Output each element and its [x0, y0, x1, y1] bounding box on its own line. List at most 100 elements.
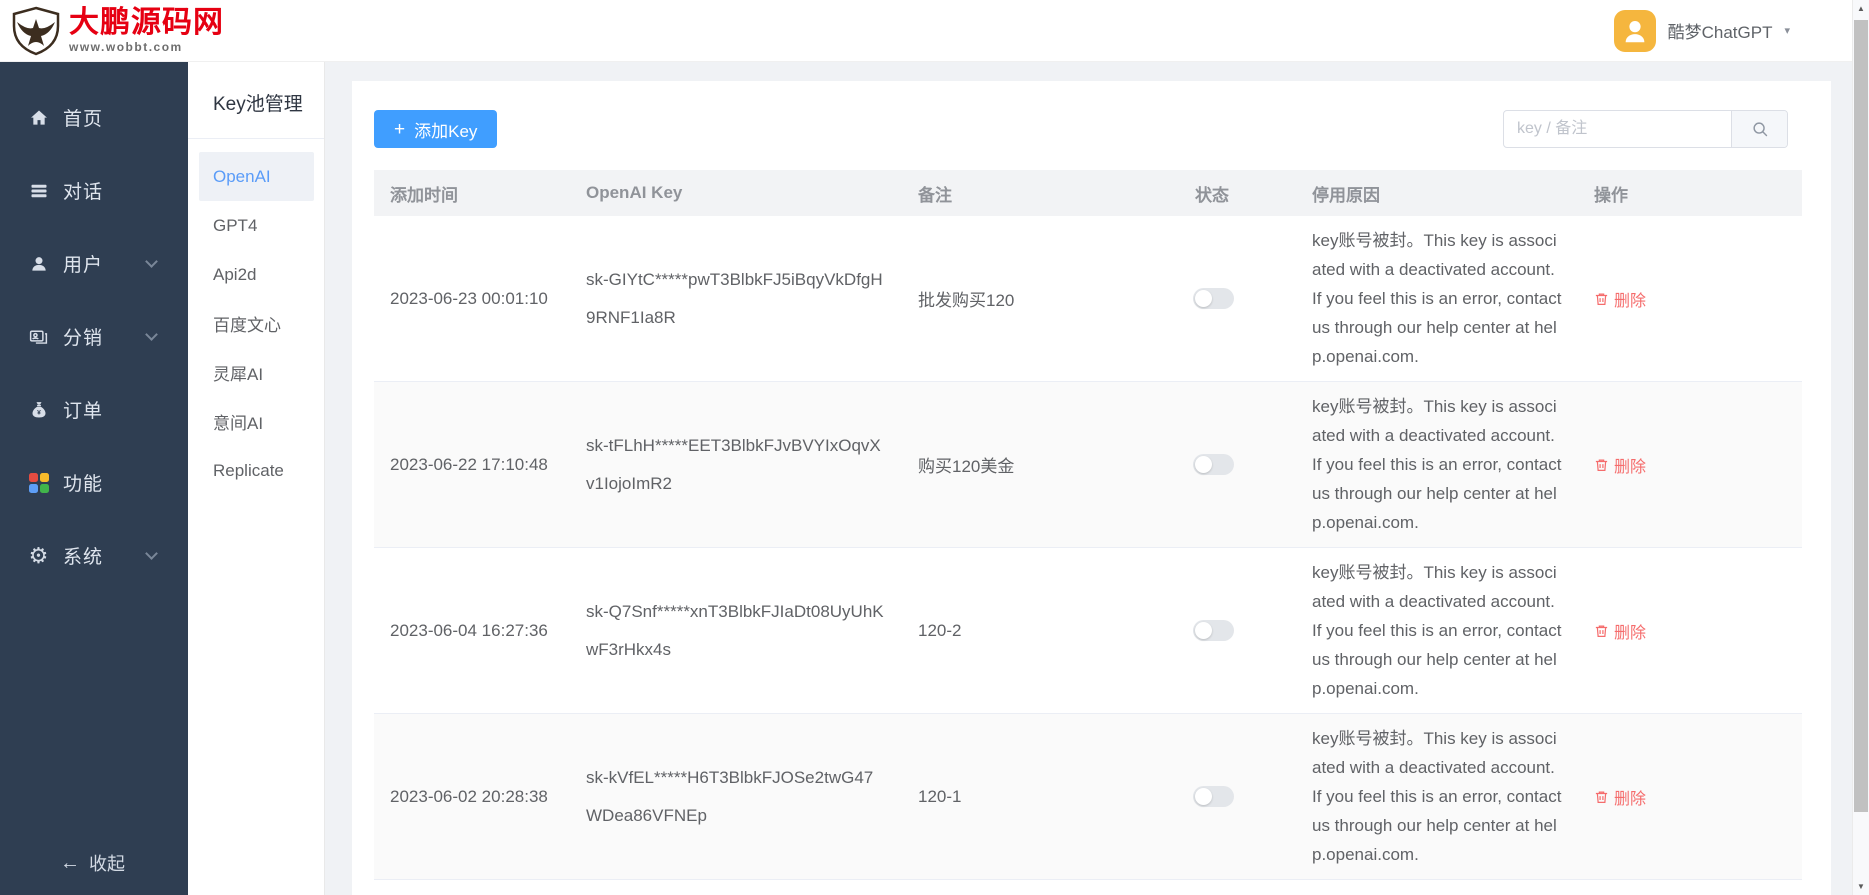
- chevron-down-icon: [145, 255, 158, 268]
- site-logo[interactable]: 大鹏源码网 www.wobbt.com: [0, 6, 224, 56]
- trash-icon: [1595, 459, 1608, 471]
- column-header-reason: 停用原因: [1312, 185, 1380, 205]
- trash-icon: [1595, 293, 1608, 305]
- moneybag-icon: ¥: [27, 400, 50, 420]
- add-key-button[interactable]: + 添加Key: [374, 110, 498, 148]
- scroll-down-icon[interactable]: ▼: [1853, 878, 1869, 895]
- cell-disable-reason: key账号被封。This key is associated with a de…: [1312, 729, 1562, 864]
- search-box: [1503, 110, 1788, 148]
- user-menu[interactable]: 酷梦ChatGPT ▾: [1613, 9, 1852, 52]
- cell-operations: 删除: [1578, 216, 1802, 381]
- status-toggle[interactable]: [1193, 454, 1234, 475]
- colored-grid-icon: [27, 472, 50, 493]
- cell-disable-reason: key账号被封。This key is associated with a de…: [1312, 563, 1562, 698]
- table-row: 2023-06-02 20:28:38 sk-kVfEL*****H6T3Blb…: [374, 714, 1802, 880]
- search-button[interactable]: [1731, 111, 1787, 147]
- cell-operations: 删除: [1578, 548, 1802, 713]
- submenu-item-yijian-ai[interactable]: 意间AI: [199, 397, 314, 446]
- trash-icon: [1595, 791, 1608, 803]
- table-row: 2023-06-04 16:27:36 sk-Q7Snf*****xnT3Blb…: [374, 548, 1802, 714]
- cell-openai-key: sk-GIYtC*****pwT3BlbkFJ5iBqyVkDfgH9RNF1I…: [586, 269, 883, 327]
- key-pool-title: Key池管理: [188, 62, 324, 139]
- submenu-item-lingxi-ai[interactable]: 灵犀AI: [199, 348, 314, 397]
- cell-note: 购买120美金: [918, 457, 1015, 476]
- cell-operations: 删除: [1578, 382, 1802, 547]
- collapse-sidebar-button[interactable]: ← 收起: [0, 843, 188, 883]
- main-sidebar: 首页 对话 用户 分销 ¥ 订单 功能 ⚙ 系统 ← 收起: [0, 62, 188, 895]
- sidebar-item-features[interactable]: 功能: [0, 446, 188, 519]
- plus-icon: +: [394, 118, 406, 140]
- sidebar-item-users[interactable]: 用户: [0, 227, 188, 300]
- key-pool-sidebar: Key池管理 OpenAI GPT4 Api2d 百度文心 灵犀AI 意间AI …: [188, 62, 325, 895]
- submenu-item-baidu-wenxin[interactable]: 百度文心: [199, 299, 314, 348]
- table-header: 添加时间 OpenAI Key 备注 状态 停用原因 操作: [374, 170, 1802, 216]
- distribution-card-icon: [27, 326, 50, 347]
- chevron-down-icon: [145, 328, 158, 341]
- gear-icon: ⚙: [28, 542, 49, 568]
- cell-disable-reason: key账号被封。This key is associated with a de…: [1312, 231, 1562, 366]
- column-header-operations: 操作: [1594, 185, 1628, 205]
- site-title: 大鹏源码网: [69, 6, 224, 40]
- search-input[interactable]: [1504, 111, 1731, 147]
- eagle-shield-icon: [12, 6, 60, 55]
- status-toggle[interactable]: [1193, 786, 1234, 807]
- cell-openai-key: sk-tFLhH*****EET3BlbkFJvBVYIxOqvXv1IojoI…: [586, 435, 881, 493]
- person-icon: [1625, 20, 1644, 42]
- column-header-note: 备注: [918, 185, 952, 205]
- cell-status: [1179, 382, 1296, 547]
- sidebar-item-system[interactable]: ⚙ 系统: [0, 519, 188, 592]
- submenu-item-api2d[interactable]: Api2d: [199, 250, 314, 299]
- cell-disable-reason: key账号被封。This key is associated with a de…: [1312, 397, 1562, 532]
- trash-icon: [1595, 625, 1608, 637]
- table-row: 2023-06-22 17:10:48 sk-tFLhH*****EET3Blb…: [374, 382, 1802, 548]
- cell-added-time: 2023-06-23 00:01:10: [390, 288, 548, 308]
- delete-button[interactable]: 删除: [1594, 287, 1646, 311]
- column-header-status: 状态: [1195, 185, 1229, 205]
- chevron-down-icon: [145, 547, 158, 560]
- cell-note: 批发购买120: [918, 291, 1015, 310]
- cell-added-time: 2023-06-22 17:10:48: [390, 454, 548, 474]
- cell-status: [1179, 548, 1296, 713]
- status-toggle[interactable]: [1193, 288, 1234, 309]
- delete-button[interactable]: 删除: [1594, 619, 1646, 643]
- cell-operations: 删除: [1578, 714, 1802, 879]
- avatar: [1613, 9, 1656, 52]
- key-table: 添加时间 OpenAI Key 备注 状态 停用原因 操作 2023-06-23…: [374, 170, 1802, 880]
- sidebar-item-chat[interactable]: 对话: [0, 154, 188, 227]
- home-icon: [27, 108, 50, 128]
- page-scrollbar[interactable]: ▲ ▼: [1852, 0, 1869, 895]
- column-header-time: 添加时间: [390, 185, 458, 205]
- collapse-label: 收起: [89, 854, 125, 874]
- user-name: 酷梦ChatGPT: [1667, 23, 1773, 42]
- scroll-up-icon[interactable]: ▲: [1853, 0, 1869, 17]
- user-icon: [27, 254, 50, 274]
- left-arrow-icon: ←: [60, 852, 80, 874]
- cell-note: 120-2: [918, 620, 962, 640]
- sidebar-item-orders[interactable]: ¥ 订单: [0, 373, 188, 446]
- search-icon: [1752, 122, 1767, 137]
- submenu-item-openai[interactable]: OpenAI: [199, 152, 314, 201]
- top-navbar: 大鹏源码网 www.wobbt.com 酷梦ChatGPT ▾: [0, 0, 1852, 62]
- delete-button[interactable]: 删除: [1594, 785, 1646, 809]
- submenu-item-gpt4[interactable]: GPT4: [199, 201, 314, 250]
- svg-text:¥: ¥: [37, 409, 41, 416]
- cell-added-time: 2023-06-02 20:28:38: [390, 786, 548, 806]
- main-content: + 添加Key 添加时间 OpenAI Key 备注 状态 停用原因 操作: [325, 62, 1852, 895]
- cell-status: [1179, 714, 1296, 879]
- cell-openai-key: sk-kVfEL*****H6T3BlbkFJOSe2twG47WDea86VF…: [586, 767, 874, 825]
- cell-note: 120-1: [918, 786, 962, 806]
- scrollbar-thumb[interactable]: [1854, 20, 1868, 812]
- cell-openai-key: sk-Q7Snf*****xnT3BlbkFJIaDt08UyUhKwF3rHk…: [586, 601, 884, 659]
- submenu-item-replicate[interactable]: Replicate: [199, 446, 314, 495]
- site-url: www.wobbt.com: [69, 39, 183, 54]
- table-body: 2023-06-23 00:01:10 sk-GIYtC*****pwT3Blb…: [374, 216, 1802, 880]
- status-toggle[interactable]: [1193, 620, 1234, 641]
- content-card: + 添加Key 添加时间 OpenAI Key 备注 状态 停用原因 操作: [352, 81, 1831, 895]
- table-row: 2023-06-23 00:01:10 sk-GIYtC*****pwT3Blb…: [374, 216, 1802, 382]
- sidebar-item-home[interactable]: 首页: [0, 81, 188, 154]
- sidebar-item-distribution[interactable]: 分销: [0, 300, 188, 373]
- cell-added-time: 2023-06-04 16:27:36: [390, 620, 548, 640]
- delete-button[interactable]: 删除: [1594, 453, 1646, 477]
- column-header-key: OpenAI Key: [586, 183, 683, 202]
- caret-down-icon: ▾: [1784, 25, 1790, 37]
